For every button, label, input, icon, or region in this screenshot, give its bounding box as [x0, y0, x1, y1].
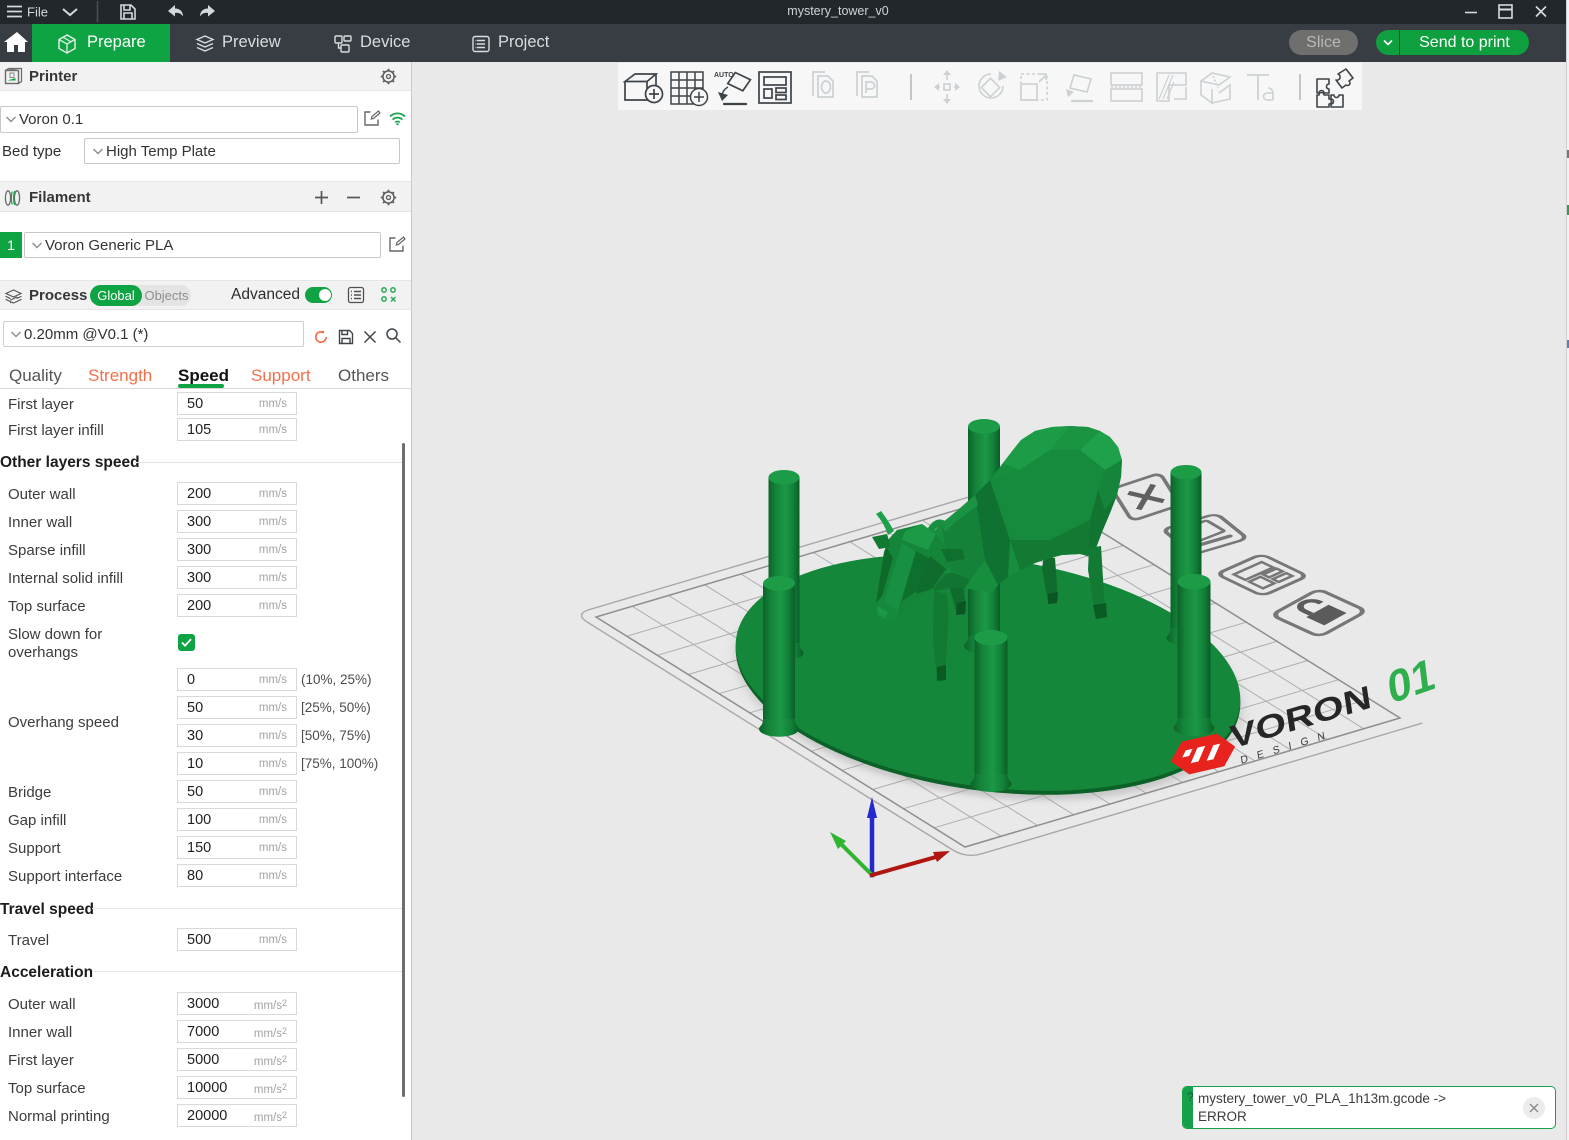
svg-text:File: File: [27, 5, 48, 20]
svg-text:01: 01: [1385, 649, 1437, 714]
svg-text:AUTO: AUTO: [714, 72, 734, 79]
